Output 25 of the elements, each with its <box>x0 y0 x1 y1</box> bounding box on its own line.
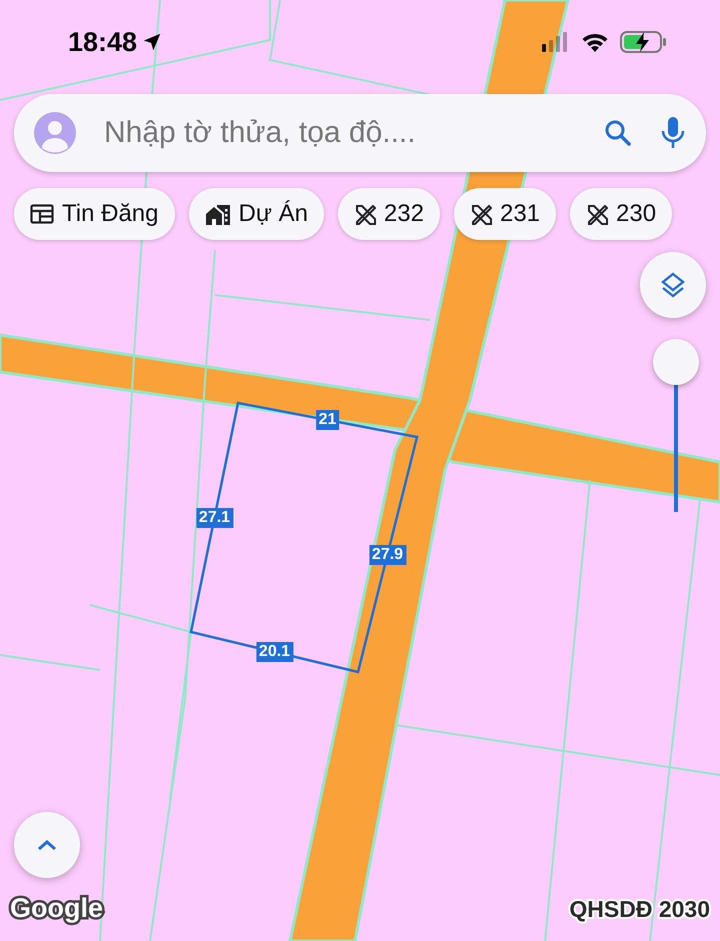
edge-length-label: 20.1 <box>256 642 294 662</box>
filter-chip[interactable]: Tin Đăng <box>14 188 174 240</box>
pencil-ruler-icon <box>470 203 492 225</box>
edge-length-label: 21 <box>316 410 340 430</box>
search-bar[interactable]: Nhập tờ thửa, tọa độ.... <box>14 94 706 172</box>
filter-chip[interactable]: 232 <box>338 188 440 240</box>
edge-length-label: 27.1 <box>196 508 234 528</box>
filter-chip[interactable]: 230 <box>570 188 672 240</box>
status-time: 18:48 <box>68 26 138 58</box>
filter-chip[interactable]: Dự Án <box>188 188 324 240</box>
layers-icon <box>659 271 687 299</box>
zoom-slider[interactable] <box>653 339 699 512</box>
avatar-icon <box>34 112 76 154</box>
buildings-icon <box>204 203 230 225</box>
table-icon <box>30 204 54 224</box>
search-field[interactable]: Nhập tờ thửa, tọa độ.... <box>102 115 576 151</box>
pencil-ruler-icon <box>354 203 376 225</box>
pencil-ruler-icon <box>586 203 608 225</box>
battery-charging-icon <box>620 30 668 54</box>
microphone-icon[interactable] <box>660 115 686 151</box>
wifi-icon <box>580 31 610 53</box>
chevron-up-icon <box>36 838 58 852</box>
map-layer-label: QHSDĐ 2030 <box>569 896 710 923</box>
signal-icon <box>542 32 570 52</box>
edge-length-label: 27.9 <box>368 544 406 564</box>
